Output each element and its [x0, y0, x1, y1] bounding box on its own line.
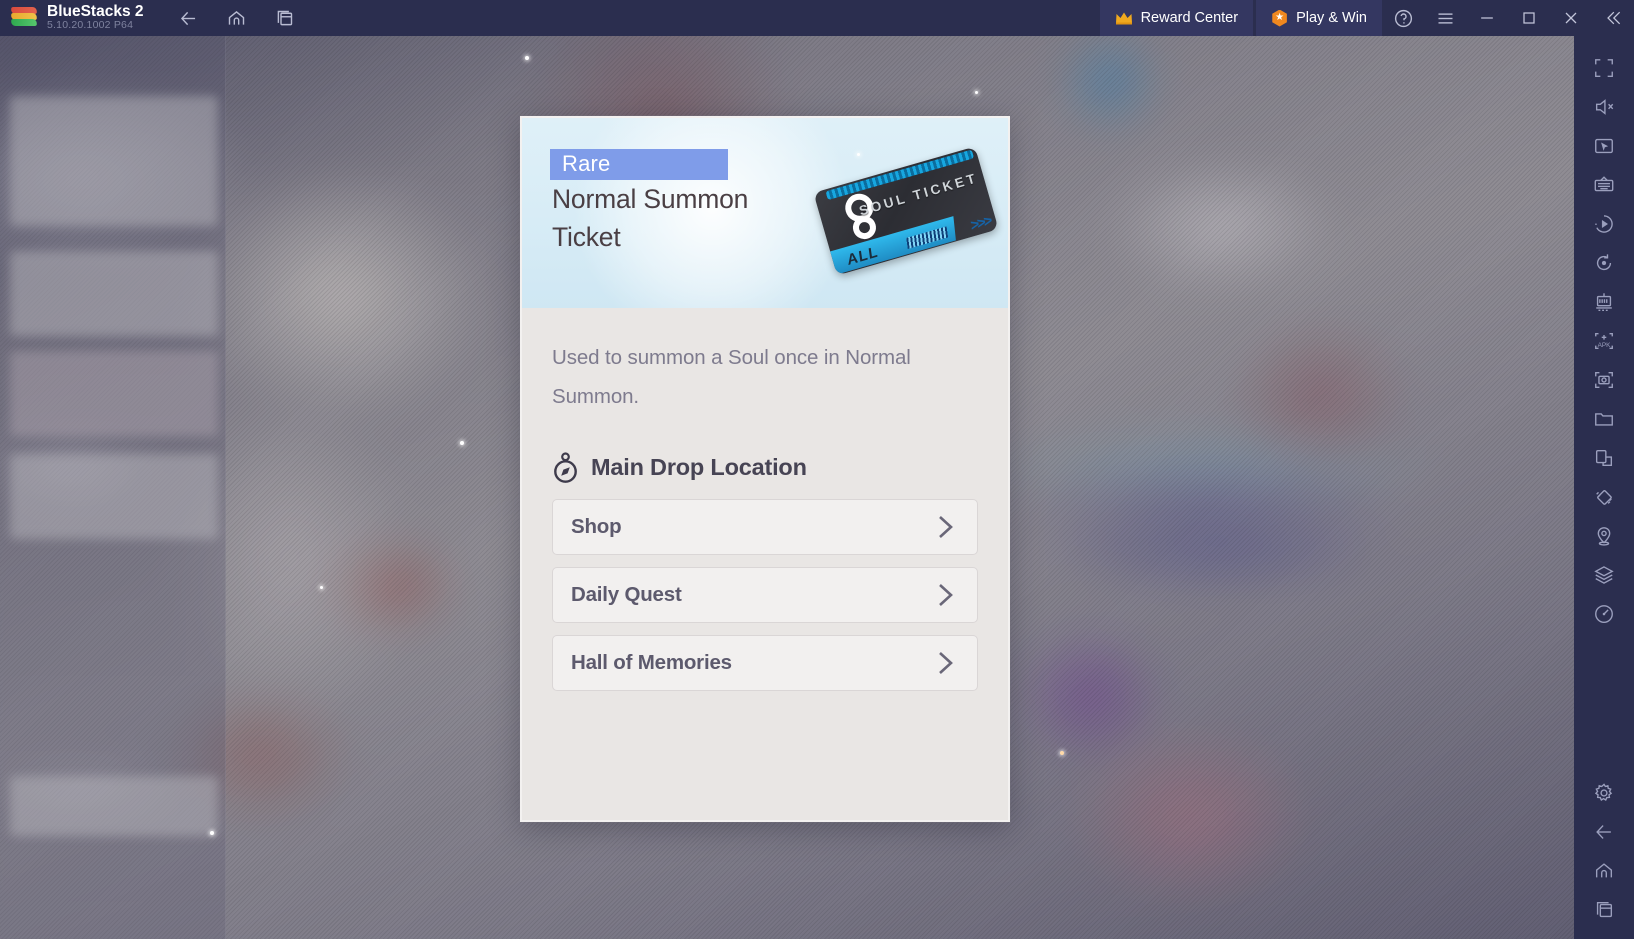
- chevron-right-icon: [933, 648, 957, 678]
- rarity-badge: Rare: [550, 149, 728, 180]
- drop-location-row-hall-of-memories[interactable]: Hall of Memories: [552, 635, 978, 691]
- maximize-button[interactable]: [1508, 0, 1550, 36]
- window-titlebar: BlueStacks 2 5.10.20.1002 P64 Reward Cen…: [0, 0, 1634, 36]
- location-icon[interactable]: [1582, 516, 1626, 555]
- drop-location-label: Hall of Memories: [571, 651, 732, 674]
- drop-location-list: Shop Daily Quest Hall of Memories: [552, 499, 978, 691]
- app-name: BlueStacks 2: [47, 3, 144, 20]
- drop-location-row-daily-quest[interactable]: Daily Quest: [552, 567, 978, 623]
- gear-icon[interactable]: [1582, 773, 1626, 812]
- fullscreen-icon[interactable]: [1582, 48, 1626, 87]
- drop-location-title: Main Drop Location: [591, 454, 807, 480]
- hamburger-menu-icon[interactable]: [1428, 1, 1462, 35]
- app-version: 5.10.20.1002 P64: [47, 19, 134, 31]
- chevron-right-icon: [933, 512, 957, 542]
- bluestacks-sidebar: APK: [1574, 36, 1634, 939]
- multi-instance-icon[interactable]: [1582, 282, 1626, 321]
- home-icon[interactable]: [220, 1, 254, 35]
- sidebar-bottom-group: [1582, 773, 1626, 939]
- dialog-header: Rare Normal Summon Ticket SOUL TICKET AL…: [522, 118, 1008, 308]
- screen-rotate-icon[interactable]: [1582, 438, 1626, 477]
- screenshot-icon[interactable]: [1582, 360, 1626, 399]
- drop-location-label: Daily Quest: [571, 583, 682, 606]
- play-and-win-label: Play & Win: [1296, 10, 1367, 26]
- crown-icon: [1115, 11, 1133, 25]
- help-icon[interactable]: [1386, 1, 1420, 35]
- macro-play-icon[interactable]: [1582, 204, 1626, 243]
- recent-apps-icon[interactable]: [268, 1, 302, 35]
- close-button[interactable]: [1550, 0, 1592, 36]
- collapse-sidebar-button[interactable]: [1592, 0, 1634, 36]
- item-detail-dialog: Rare Normal Summon Ticket SOUL TICKET AL…: [519, 115, 1011, 823]
- media-manager-icon[interactable]: [1582, 399, 1626, 438]
- titlebar-right-group: Reward Center ★ Play & Win: [1099, 0, 1634, 36]
- performance-icon[interactable]: [1582, 594, 1626, 633]
- keyboard-icon[interactable]: [1582, 165, 1626, 204]
- mute-icon[interactable]: [1582, 87, 1626, 126]
- recent-apps-icon[interactable]: [1582, 890, 1626, 929]
- install-apk-icon[interactable]: APK: [1582, 321, 1626, 360]
- rotate-icon[interactable]: [1582, 243, 1626, 282]
- drop-location-label: Shop: [571, 515, 622, 538]
- bluestacks-logo-icon: [10, 7, 38, 29]
- play-and-win-button[interactable]: ★ Play & Win: [1256, 0, 1382, 36]
- dialog-body: Used to summon a Soul once in Normal Sum…: [522, 308, 1008, 691]
- item-name: Normal Summon Ticket: [552, 184, 749, 252]
- drop-location-row-shop[interactable]: Shop: [552, 499, 978, 555]
- reward-center-button[interactable]: Reward Center: [1099, 0, 1254, 36]
- layers-icon[interactable]: [1582, 555, 1626, 594]
- ticket-chevrons: >>>: [969, 212, 992, 235]
- svg-text:APK: APK: [1598, 341, 1612, 348]
- home-icon[interactable]: [1582, 851, 1626, 890]
- item-description: Used to summon a Soul once in Normal Sum…: [552, 346, 911, 408]
- back-icon[interactable]: [172, 1, 206, 35]
- item-artwork: SOUL TICKET ALL >>>: [812, 146, 1002, 286]
- app-title-group: BlueStacks 2 5.10.20.1002 P64: [47, 4, 144, 32]
- soul-ticket-icon: SOUL TICKET ALL >>>: [813, 146, 999, 276]
- star-badge-icon: ★: [1272, 9, 1287, 27]
- chevron-right-icon: [933, 580, 957, 610]
- compass-icon: [552, 452, 579, 483]
- minimize-button[interactable]: [1466, 0, 1508, 36]
- drop-location-header: Main Drop Location: [552, 452, 978, 483]
- back-icon[interactable]: [1582, 812, 1626, 851]
- titlebar-nav-group: [172, 1, 302, 35]
- reward-center-label: Reward Center: [1140, 10, 1239, 26]
- cursor-icon[interactable]: [1582, 126, 1626, 165]
- shake-icon[interactable]: [1582, 477, 1626, 516]
